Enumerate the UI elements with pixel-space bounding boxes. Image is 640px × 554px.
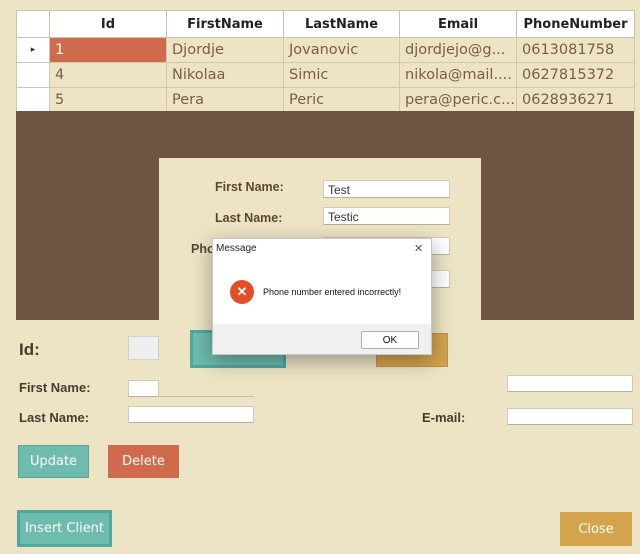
ok-button[interactable]: OK	[361, 331, 419, 349]
row-header[interactable]	[16, 62, 50, 88]
column-header-phonenumber[interactable]: PhoneNumber	[516, 10, 635, 38]
dialog-footer: OK	[213, 324, 431, 354]
cell-lastname[interactable]: Simic	[283, 62, 400, 88]
cell-firstname[interactable]: Pera	[166, 87, 284, 113]
cell-id[interactable]: 1	[49, 37, 167, 63]
row-header-corner	[16, 10, 50, 38]
column-header-lastname[interactable]: LastName	[283, 10, 400, 38]
current-row-indicator-icon[interactable]: ▸	[16, 37, 50, 63]
dialog-title-bar[interactable]: Message ✕	[213, 239, 431, 259]
phone-input[interactable]	[507, 375, 633, 392]
table-row[interactable]: 4 Nikolaa Simic nikola@mail.... 06278153…	[16, 62, 635, 88]
id-field[interactable]	[128, 336, 159, 360]
table-row[interactable]: ▸ 1 Djordje Jovanovic djordjejo@g... 061…	[16, 37, 635, 63]
email-input[interactable]	[507, 408, 633, 425]
cell-firstname[interactable]: Djordje	[166, 37, 284, 63]
insert-client-button[interactable]: Insert Client	[17, 510, 112, 547]
update-button[interactable]: Update	[18, 445, 89, 478]
email-label: E-mail:	[422, 410, 466, 425]
first-name-input-underline	[159, 396, 254, 397]
error-icon: ✕	[230, 280, 254, 304]
last-name-label: Last Name:	[19, 410, 90, 425]
cell-lastname[interactable]: Peric	[283, 87, 400, 113]
first-name-label: First Name:	[19, 380, 91, 395]
cell-phonenumber[interactable]: 0627815372	[516, 62, 635, 88]
row-header[interactable]	[16, 87, 50, 113]
id-label: Id:	[19, 340, 40, 359]
column-header-firstname[interactable]: FirstName	[166, 10, 284, 38]
first-name-input[interactable]	[128, 380, 159, 397]
grid-header-row: Id FirstName LastName Email PhoneNumber	[16, 10, 635, 38]
panel-first-name-input[interactable]: Test	[323, 180, 450, 198]
delete-button[interactable]: Delete	[108, 445, 179, 478]
dialog-close-icon[interactable]: ✕	[414, 242, 423, 255]
cell-email[interactable]: nikola@mail....	[399, 62, 517, 88]
cell-id[interactable]: 4	[49, 62, 167, 88]
close-button[interactable]: Close	[560, 512, 632, 546]
column-header-id[interactable]: Id	[49, 10, 167, 38]
cell-id[interactable]: 5	[49, 87, 167, 113]
panel-last-name-input[interactable]: Testic	[323, 207, 450, 225]
cell-phonenumber[interactable]: 0628936271	[516, 87, 635, 113]
dialog-title: Message	[216, 243, 257, 254]
cell-email[interactable]: pera@peric.c...	[399, 87, 517, 113]
cell-phonenumber[interactable]: 0613081758	[516, 37, 635, 63]
dialog-message: Phone number entered incorrectly!	[263, 287, 402, 297]
cell-firstname[interactable]: Nikolaa	[166, 62, 284, 88]
panel-first-name-label: First Name:	[215, 180, 284, 194]
cell-email[interactable]: djordjejo@g...	[399, 37, 517, 63]
table-row[interactable]: 5 Pera Peric pera@peric.c... 0628936271	[16, 87, 635, 113]
clients-grid[interactable]: Id FirstName LastName Email PhoneNumber …	[16, 10, 635, 113]
panel-last-name-label: Last Name:	[215, 211, 283, 225]
column-header-email[interactable]: Email	[399, 10, 517, 38]
last-name-input[interactable]	[128, 406, 254, 423]
message-dialog: Message ✕ ✕ Phone number entered incorre…	[212, 238, 432, 355]
cell-lastname[interactable]: Jovanovic	[283, 37, 400, 63]
